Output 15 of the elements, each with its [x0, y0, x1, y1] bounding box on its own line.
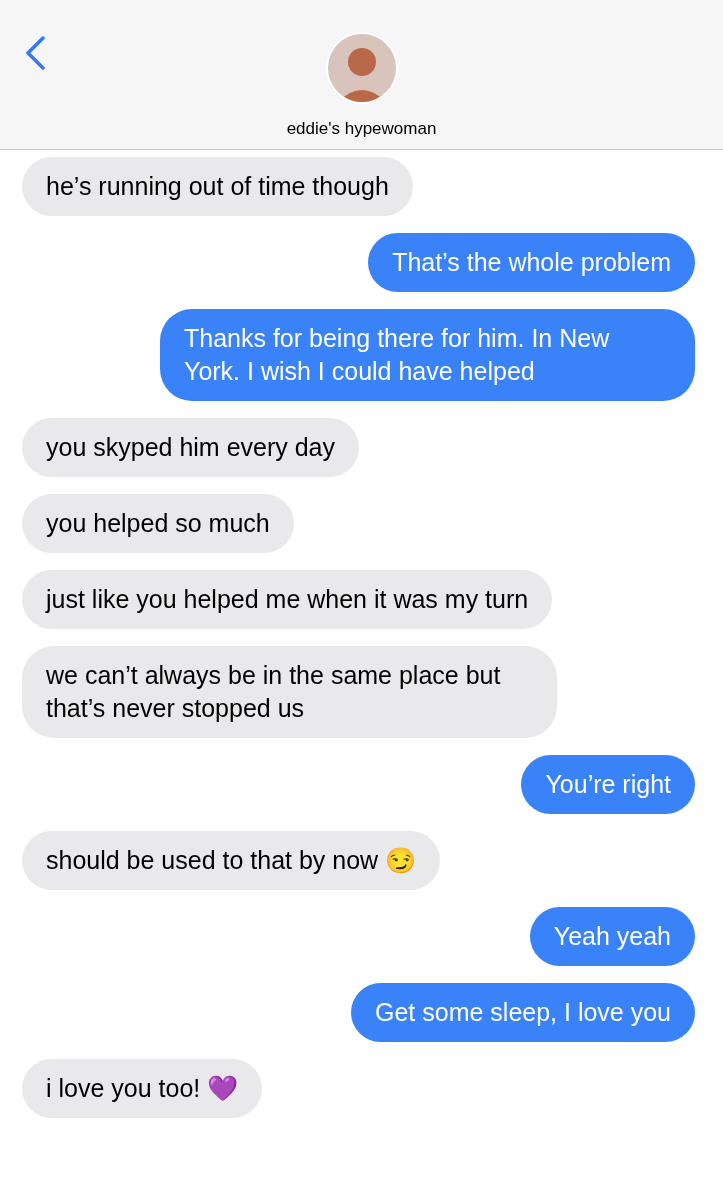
sent-message-bubble: Get some sleep, I love you	[351, 983, 695, 1042]
avatar[interactable]	[325, 32, 398, 104]
sent-message-bubble: Thanks for being there for him. In New York. I wish I could have helped	[160, 309, 695, 401]
back-icon[interactable]	[24, 36, 46, 70]
sent-message-bubble: Yeah yeah	[529, 907, 695, 966]
received-message-bubble: should be used to that by now 😏	[22, 831, 441, 890]
sent-message-bubble: That’s the whole problem	[368, 233, 695, 292]
contact-name[interactable]: eddie's hypewoman	[286, 116, 437, 142]
received-message-bubble: i love you too! 💜	[22, 1059, 263, 1118]
received-message-bubble: you skyped him every day	[22, 418, 360, 477]
received-message-bubble: we can’t always be in the same place but that’s never stopped us	[22, 646, 557, 738]
received-message-bubble: just like you helped me when it was my turn	[22, 570, 553, 629]
received-message-bubble: he’s running out of time though	[22, 157, 413, 216]
sent-message-bubble: You’re right	[521, 755, 695, 814]
received-message-bubble: you helped so much	[22, 494, 294, 553]
